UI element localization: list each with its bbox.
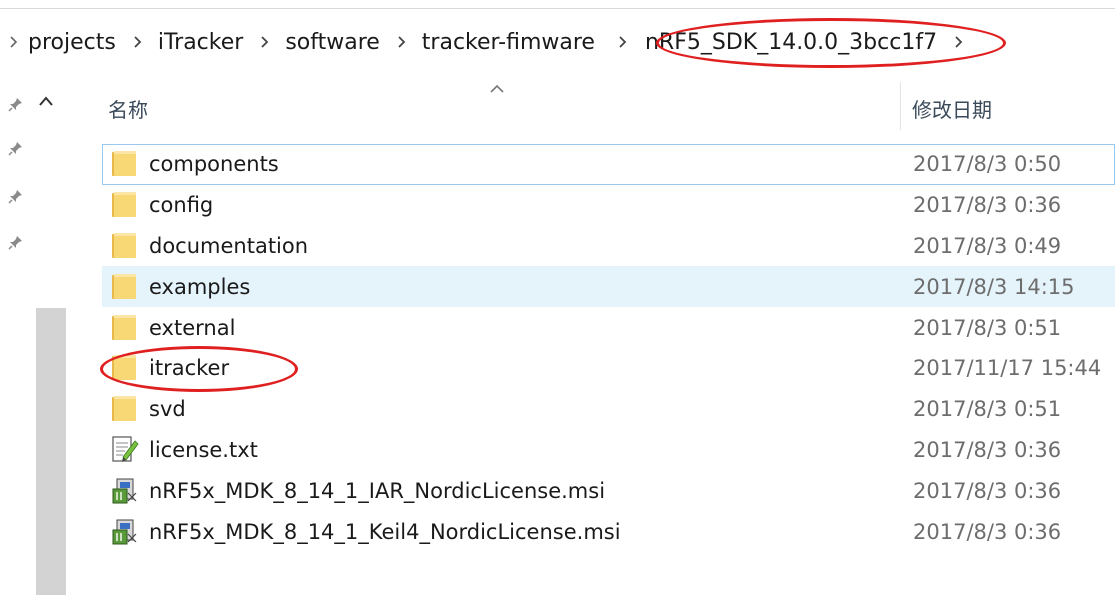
file-name[interactable]: documentation [149,234,308,258]
file-date-modified: 2017/8/3 0:36 [913,519,1062,544]
file-explorer-window: projects iTracker software tracker-fimwa… [0,0,1115,595]
folder-icon [111,190,139,220]
file-name[interactable]: config [149,193,213,217]
toolbar-divider [0,8,1115,9]
file-name[interactable]: nRF5x_MDK_8_14_1_IAR_NordicLicense.msi [149,479,605,503]
pin-icon[interactable] [8,188,24,204]
navigation-pane [0,80,66,595]
folder-icon [111,231,139,261]
file-row[interactable]: config 2017/8/3 0:36 [102,185,1115,226]
sort-ascending-icon [488,80,508,96]
file-date-modified: 2017/8/3 0:49 [913,233,1062,258]
folder-icon [111,272,139,302]
installer-package-icon [111,517,139,547]
column-divider[interactable] [900,82,901,130]
file-row[interactable]: itracker 2017/11/17 15:44 [102,348,1115,389]
folder-icon [111,394,139,424]
folder-icon [111,149,139,179]
file-date-modified: 2017/8/3 0:36 [913,193,1062,218]
column-header-name[interactable]: 名称 [108,94,148,123]
file-date-modified: 2017/11/17 15:44 [913,356,1102,381]
pin-icon[interactable] [8,140,24,156]
file-row[interactable]: external 2017/8/3 0:51 [102,307,1115,348]
column-header: 名称 修改日期 [102,80,1115,132]
file-date-modified: 2017/8/3 0:51 [913,315,1062,340]
file-name[interactable]: external [149,316,235,340]
file-name[interactable]: itracker [149,356,229,380]
chevron-right-icon[interactable] [398,36,406,48]
breadcrumb-item-current-folder[interactable]: nRF5_SDK_14.0.0_3bcc1f7 [645,30,937,55]
chevron-right-icon[interactable] [261,36,269,48]
breadcrumb-item-itracker[interactable]: iTracker [158,30,243,55]
file-date-modified: 2017/8/3 0:36 [913,478,1062,503]
file-row[interactable]: nRF5x_MDK_8_14_1_Keil4_NordicLicense.msi… [102,511,1115,552]
folder-icon [111,353,139,383]
breadcrumb: projects iTracker software tracker-fimwa… [0,22,1115,62]
file-row[interactable]: license.txt 2017/8/3 0:36 [102,430,1115,471]
chevron-right-icon[interactable] [134,36,142,48]
breadcrumb-item-software[interactable]: software [285,30,379,55]
breadcrumb-item-projects[interactable]: projects [28,30,116,55]
pin-icon[interactable] [8,234,24,250]
folder-icon [111,313,139,343]
file-date-modified: 2017/8/3 0:50 [913,152,1062,177]
file-date-modified: 2017/8/3 0:51 [913,397,1062,422]
chevron-right-icon[interactable] [10,36,18,48]
chevron-right-icon[interactable] [619,36,627,48]
chevron-right-icon[interactable] [955,36,963,48]
file-name[interactable]: components [149,152,279,176]
file-row[interactable]: documentation 2017/8/3 0:49 [102,226,1115,267]
file-name[interactable]: license.txt [149,438,258,462]
collapse-arrow-icon[interactable] [38,92,62,108]
file-name[interactable]: svd [149,397,186,421]
file-date-modified: 2017/8/3 14:15 [913,274,1075,299]
file-list: components 2017/8/3 0:50 config 2017/8/3 0:… [102,144,1115,552]
file-row[interactable]: examples 2017/8/3 14:15 [102,266,1115,308]
file-date-modified: 2017/8/3 0:36 [913,437,1062,462]
file-name[interactable]: nRF5x_MDK_8_14_1_Keil4_NordicLicense.msi [149,520,621,544]
file-row[interactable]: nRF5x_MDK_8_14_1_IAR_NordicLicense.msi 20… [102,470,1115,511]
breadcrumb-item-tracker-fimware[interactable]: tracker-fimware [422,30,595,55]
file-row[interactable]: components 2017/8/3 0:50 [102,144,1115,185]
file-name[interactable]: examples [149,275,250,299]
navigation-scrollbar-thumb[interactable] [36,308,66,595]
installer-package-icon [111,476,139,506]
column-header-date-modified[interactable]: 修改日期 [912,94,992,123]
file-row[interactable]: svd 2017/8/3 0:51 [102,389,1115,430]
pin-icon[interactable] [8,96,24,112]
text-file-icon [111,435,139,465]
